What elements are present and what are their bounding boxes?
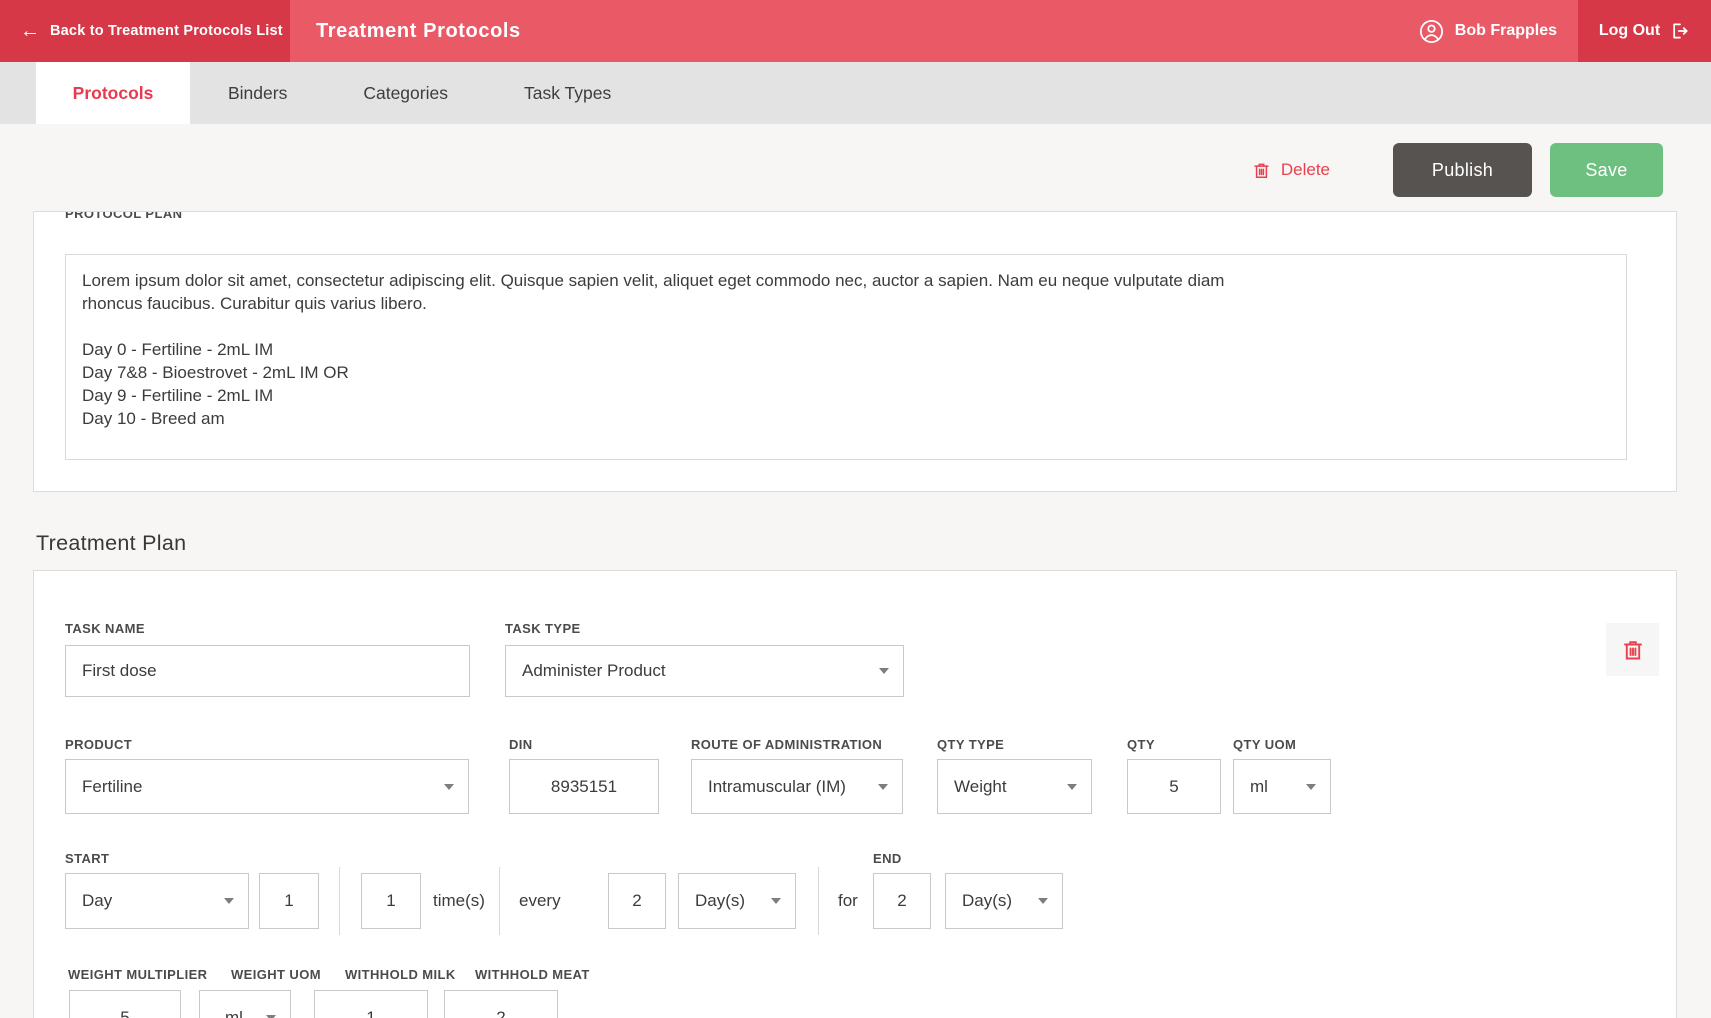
interval-unit-select[interactable]: Day(s) bbox=[678, 873, 796, 929]
chevron-down-icon bbox=[1038, 898, 1048, 904]
qty-type-select[interactable]: Weight bbox=[937, 759, 1092, 814]
product-label: PRODUCT bbox=[65, 737, 132, 752]
divider bbox=[818, 867, 819, 935]
duration-input[interactable] bbox=[873, 873, 931, 929]
task-name-label: TASK NAME bbox=[65, 621, 145, 636]
route-select[interactable]: Intramuscular (IM) bbox=[691, 759, 903, 814]
din-input[interactable] bbox=[509, 759, 659, 814]
interval-input[interactable] bbox=[608, 873, 666, 929]
logout-label: Log Out bbox=[1599, 22, 1660, 40]
for-text: for bbox=[838, 873, 858, 929]
arrow-left-icon: ← bbox=[20, 21, 40, 41]
user-name: Bob Frapples bbox=[1455, 22, 1557, 40]
duration-unit-value: Day(s) bbox=[962, 891, 1012, 911]
times-input[interactable] bbox=[361, 873, 421, 929]
back-label: Back to Treatment Protocols List bbox=[50, 23, 283, 39]
withhold-milk-label: WITHHOLD MILK bbox=[345, 967, 456, 982]
start-value-input[interactable] bbox=[259, 873, 319, 929]
back-button[interactable]: ← Back to Treatment Protocols List bbox=[0, 0, 290, 62]
chevron-down-icon bbox=[444, 784, 454, 790]
end-label: END bbox=[873, 851, 902, 866]
qty-input[interactable] bbox=[1127, 759, 1221, 814]
protocol-plan-label: PROTOCOL PLAN bbox=[65, 211, 182, 221]
treatment-task-card: TASK NAME TASK TYPE Administer Product P… bbox=[33, 570, 1677, 1018]
qty-type-label: QTY TYPE bbox=[937, 737, 1004, 752]
product-select[interactable]: Fertiline bbox=[65, 759, 469, 814]
delete-label: Delete bbox=[1281, 160, 1330, 180]
protocol-plan-textarea[interactable]: Lorem ipsum dolor sit amet, consectetur … bbox=[65, 254, 1627, 460]
start-unit-value: Day bbox=[82, 891, 112, 911]
qty-uom-value: ml bbox=[1250, 777, 1268, 797]
chevron-down-icon bbox=[879, 668, 889, 674]
weight-uom-select[interactable]: ml bbox=[199, 990, 291, 1018]
withhold-meat-input[interactable] bbox=[444, 990, 558, 1018]
chevron-down-icon bbox=[1067, 784, 1077, 790]
duration-unit-select[interactable]: Day(s) bbox=[945, 873, 1063, 929]
chevron-down-icon bbox=[1306, 784, 1316, 790]
treatment-plan-heading: Treatment Plan bbox=[36, 531, 186, 556]
product-value: Fertiline bbox=[82, 777, 142, 797]
delete-task-button[interactable] bbox=[1606, 623, 1659, 676]
din-label: DIN bbox=[509, 737, 533, 752]
chevron-down-icon bbox=[224, 898, 234, 904]
withhold-meat-label: WITHHOLD MEAT bbox=[475, 967, 590, 982]
tab-categories[interactable]: Categories bbox=[325, 62, 486, 124]
tab-task-types[interactable]: Task Types bbox=[486, 62, 649, 124]
task-name-input[interactable] bbox=[65, 645, 470, 697]
task-type-value: Administer Product bbox=[522, 661, 666, 681]
logout-icon bbox=[1670, 21, 1690, 41]
qty-uom-select[interactable]: ml bbox=[1233, 759, 1331, 814]
user-menu[interactable]: Bob Frapples bbox=[1419, 0, 1578, 62]
interval-unit-value: Day(s) bbox=[695, 891, 745, 911]
tab-bar: Protocols Binders Categories Task Types bbox=[0, 62, 1711, 124]
header-spacer bbox=[521, 0, 1419, 62]
chevron-down-icon bbox=[266, 1015, 276, 1018]
task-type-select[interactable]: Administer Product bbox=[505, 645, 904, 697]
protocol-plan-card: PROTOCOL PLAN Lorem ipsum dolor sit amet… bbox=[33, 211, 1677, 492]
trash-icon bbox=[1621, 638, 1645, 662]
weight-multiplier-label: WEIGHT MULTIPLIER bbox=[68, 967, 207, 982]
chevron-down-icon bbox=[878, 784, 888, 790]
weight-uom-value: ml bbox=[225, 1008, 243, 1018]
withhold-milk-input[interactable] bbox=[314, 990, 428, 1018]
start-unit-select[interactable]: Day bbox=[65, 873, 249, 929]
tab-binders[interactable]: Binders bbox=[190, 62, 325, 124]
task-type-label: TASK TYPE bbox=[505, 621, 581, 636]
user-icon bbox=[1419, 19, 1444, 44]
weight-uom-label: WEIGHT UOM bbox=[231, 967, 321, 982]
weight-multiplier-input[interactable] bbox=[69, 990, 181, 1018]
delete-button[interactable]: Delete bbox=[1252, 160, 1330, 180]
route-value: Intramuscular (IM) bbox=[708, 777, 846, 797]
divider bbox=[499, 867, 500, 935]
trash-icon bbox=[1252, 161, 1271, 180]
save-button[interactable]: Save bbox=[1550, 143, 1663, 197]
qty-type-value: Weight bbox=[954, 777, 1007, 797]
tab-protocols[interactable]: Protocols bbox=[36, 62, 190, 124]
qty-label: QTY bbox=[1127, 737, 1155, 752]
divider bbox=[339, 867, 340, 935]
times-text: time(s) bbox=[433, 873, 485, 929]
page-title: Treatment Protocols bbox=[316, 20, 521, 43]
route-label: ROUTE OF ADMINISTRATION bbox=[691, 737, 882, 752]
action-bar: Delete Publish Save bbox=[1252, 143, 1663, 197]
publish-button[interactable]: Publish bbox=[1393, 143, 1532, 197]
chevron-down-icon bbox=[771, 898, 781, 904]
logout-button[interactable]: Log Out bbox=[1578, 0, 1711, 62]
start-label: START bbox=[65, 851, 109, 866]
every-text: every bbox=[519, 873, 561, 929]
qty-uom-label: QTY UOM bbox=[1233, 737, 1296, 752]
app-header: ← Back to Treatment Protocols List Treat… bbox=[0, 0, 1711, 62]
